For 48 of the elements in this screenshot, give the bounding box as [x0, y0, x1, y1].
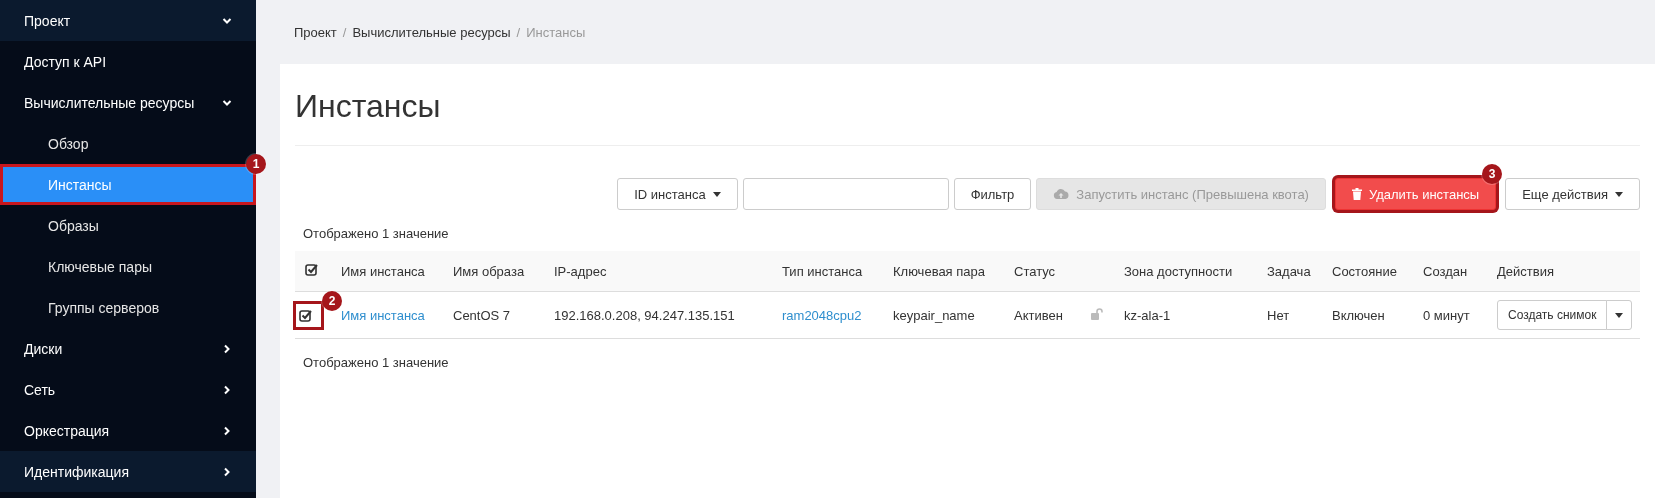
- filter-input[interactable]: [742, 178, 949, 210]
- sidebar-item[interactable]: Оркестрация: [0, 410, 256, 451]
- row-checkbox[interactable]: [299, 308, 312, 322]
- breadcrumb-item[interactable]: Вычислительные ресурсы: [352, 24, 511, 40]
- flavor-link[interactable]: ram2048cpu2: [782, 307, 862, 323]
- sidebar-item[interactable]: Идентификация: [0, 451, 256, 492]
- callout-badge: 2: [322, 291, 342, 311]
- chevron-right-icon: [222, 466, 232, 477]
- callout-badge: 1: [246, 154, 266, 174]
- sidebar-item[interactable]: Ключевые пары: [0, 246, 256, 287]
- sidebar-item[interactable]: Образы: [0, 205, 256, 246]
- select-all-checkbox[interactable]: [305, 263, 318, 276]
- create-snapshot-button[interactable]: Создать снимок: [1497, 300, 1608, 330]
- breadcrumb-item[interactable]: Проект: [294, 24, 337, 40]
- trash-icon: [1351, 188, 1362, 200]
- item-count: Отображено 1 значение: [302, 354, 450, 372]
- instance-name-link[interactable]: Имя инстанса: [341, 307, 425, 323]
- more-actions-dropdown[interactable]: Еще действия: [1505, 178, 1640, 210]
- sidebar-item[interactable]: Диски: [0, 328, 256, 369]
- breadcrumb-separator: /: [516, 24, 521, 40]
- sidebar-item[interactable]: Группы серверов: [0, 287, 256, 328]
- sidebar-item[interactable]: Сеть: [0, 369, 256, 410]
- delete-instances-button[interactable]: Удалить инстансы: [1334, 178, 1497, 210]
- table-cell: 192.168.0.208, 94.247.135.151: [554, 307, 735, 323]
- filter-button[interactable]: Фильтр: [953, 178, 1032, 210]
- breadcrumb-separator: /: [342, 24, 347, 40]
- callout-badge: 3: [1482, 164, 1503, 184]
- item-count: Отображено 1 значение: [302, 225, 450, 243]
- chevron-right-icon: [222, 384, 232, 395]
- chevron-right-icon: [222, 425, 232, 436]
- cloud-upload-icon: [1053, 188, 1070, 200]
- table-cell: Активен: [1014, 307, 1063, 323]
- page-title: Инстансы: [295, 88, 1640, 146]
- column-header[interactable]: Действия: [1497, 263, 1554, 279]
- table-cell: Нет: [1267, 307, 1290, 323]
- sidebar-item[interactable]: Вычислительные ресурсы: [0, 82, 256, 123]
- sidebar-item[interactable]: Доступ к API: [0, 41, 256, 82]
- sidebar-item[interactable]: Проект: [0, 0, 256, 41]
- chevron-right-icon: [222, 343, 232, 354]
- table-cell: CentOS 7: [453, 307, 511, 323]
- filter-dropdown[interactable]: ID инстанса: [617, 178, 738, 210]
- table-cell: Включен: [1332, 307, 1385, 323]
- actions-dropdown-toggle[interactable]: [1606, 300, 1633, 330]
- table-cell: 0 минут: [1423, 307, 1470, 323]
- table-cell: kz-ala-1: [1124, 307, 1171, 323]
- column-header[interactable]: IP-адрес: [554, 263, 607, 279]
- breadcrumb-item: Инстансы: [526, 24, 586, 40]
- table-cell: keypair_name: [893, 307, 975, 323]
